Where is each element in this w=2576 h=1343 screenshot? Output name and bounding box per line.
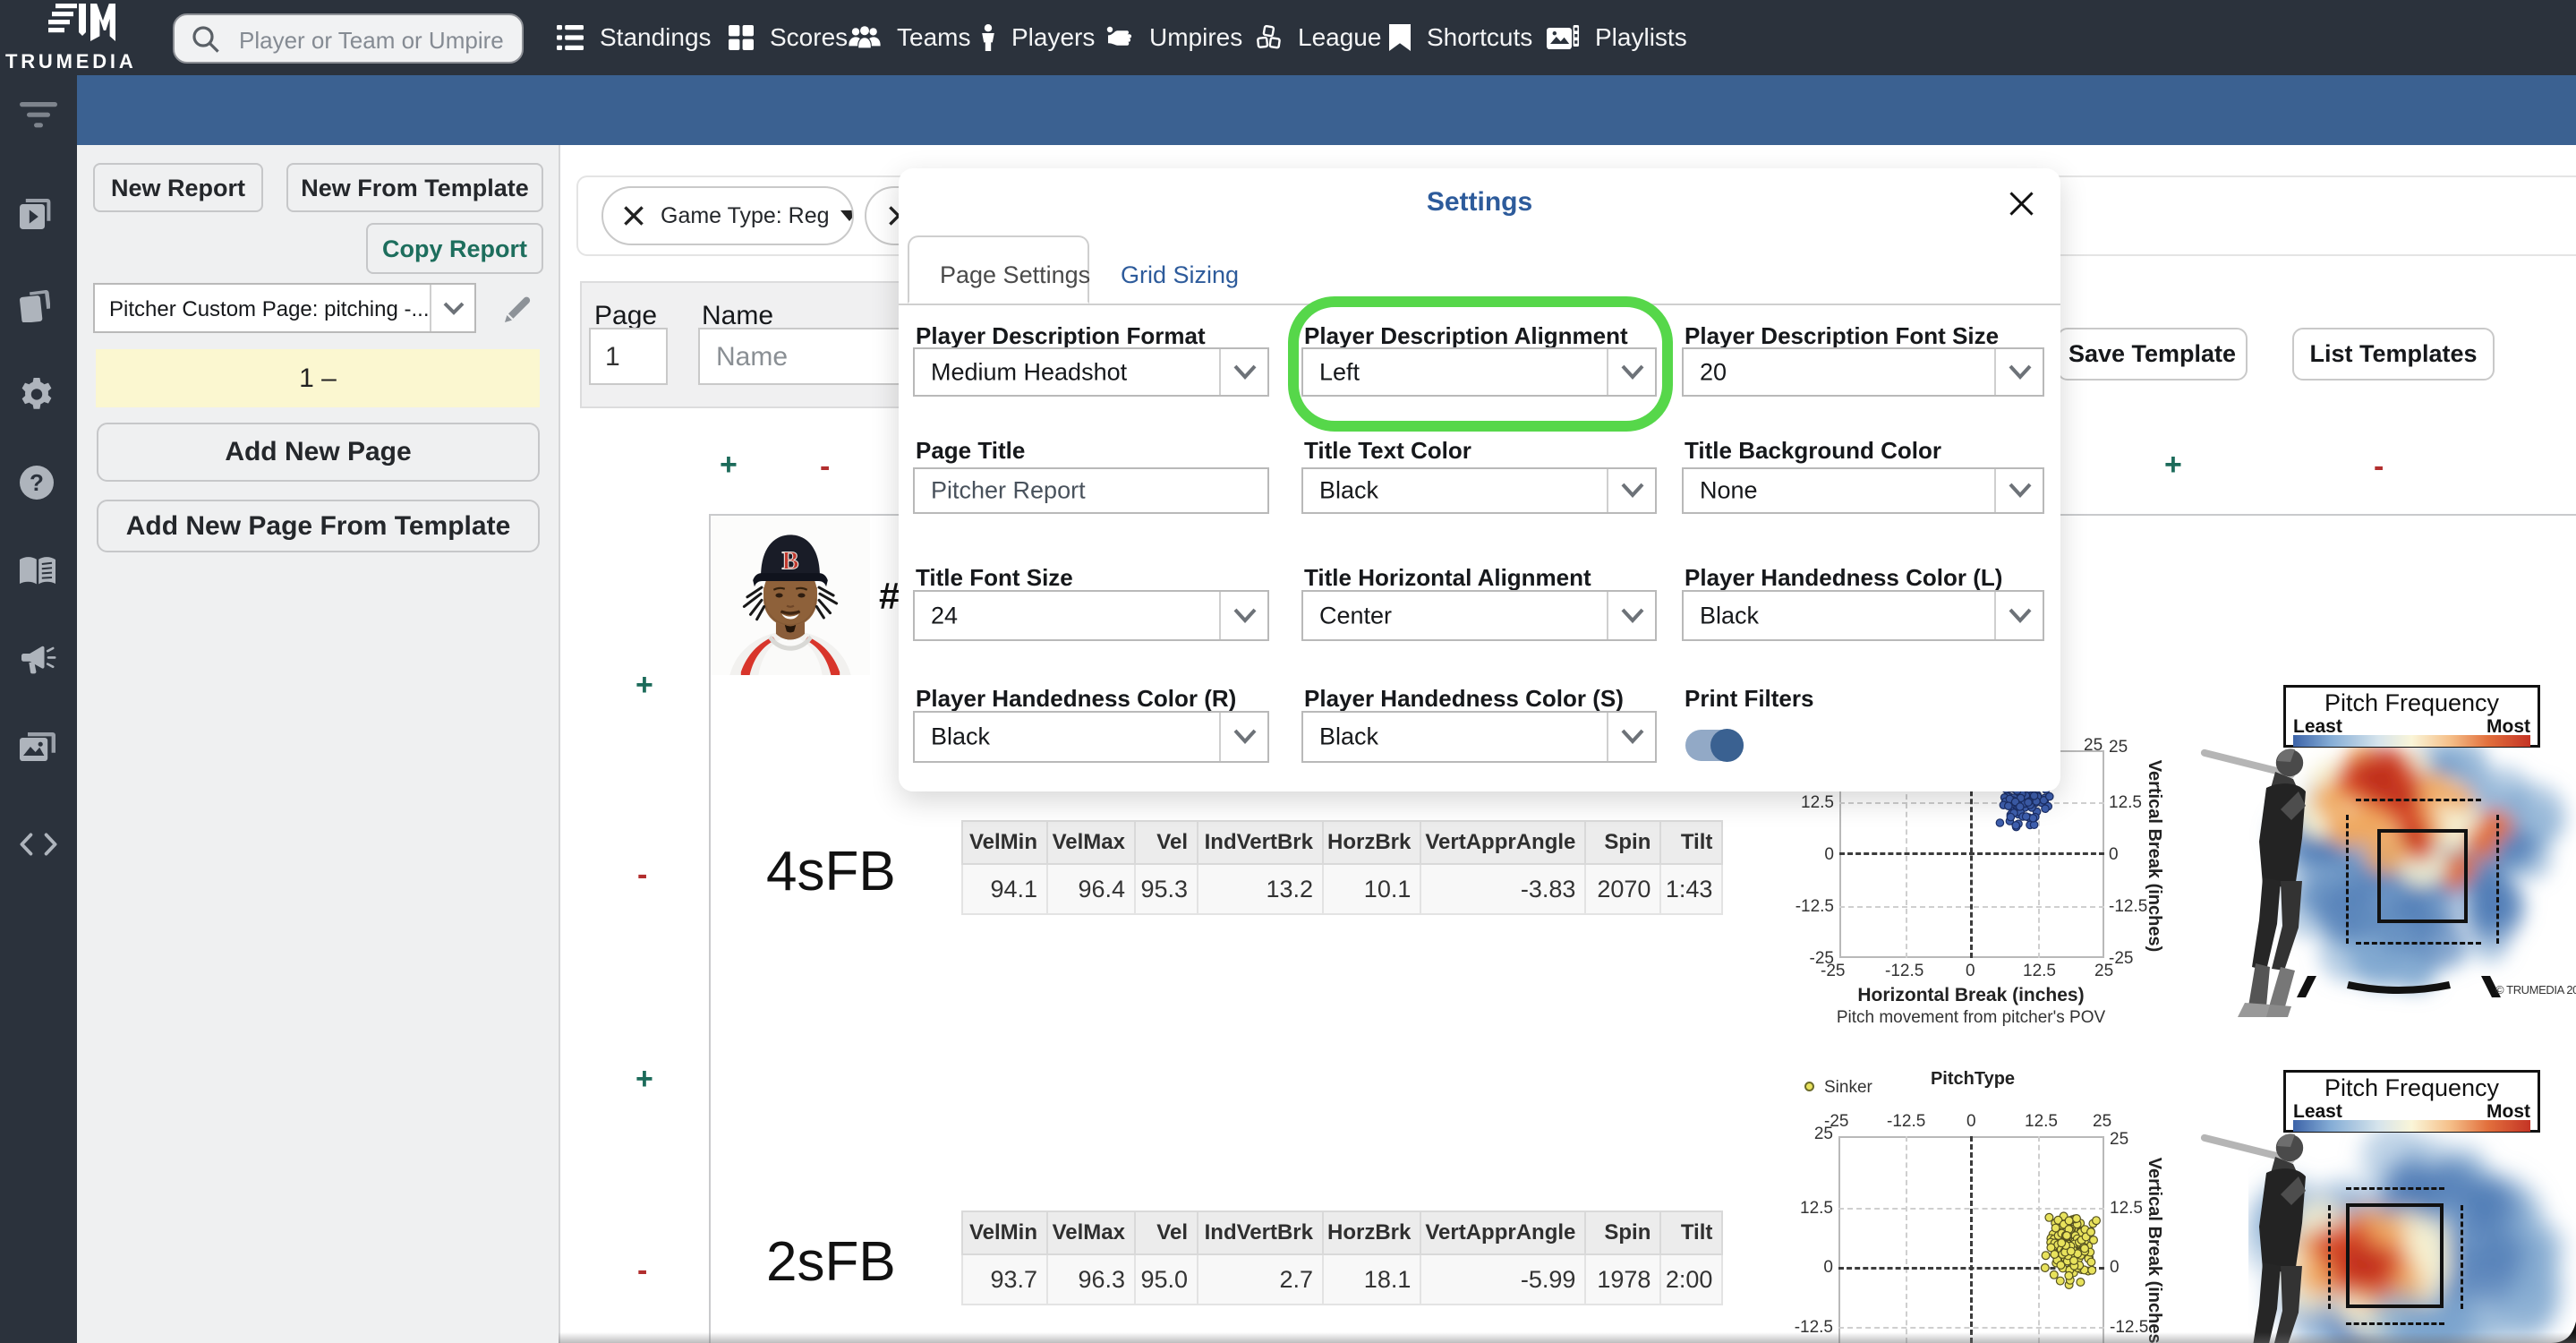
svg-text:?: ?: [30, 469, 44, 496]
svg-text:B: B: [782, 548, 799, 576]
